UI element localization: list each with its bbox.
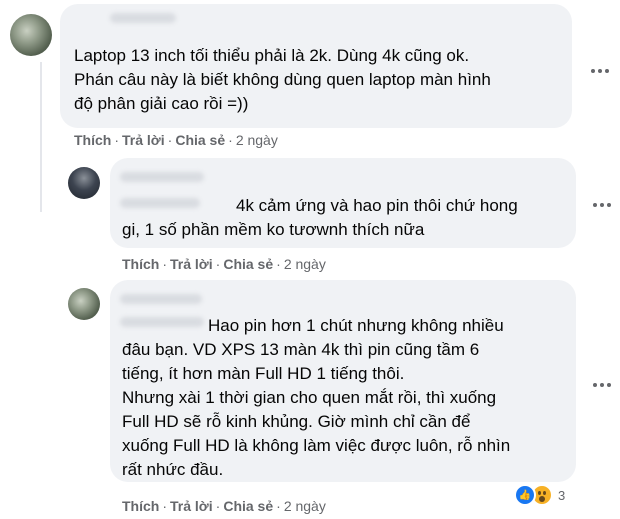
more-options-icon[interactable] bbox=[590, 196, 614, 214]
reply-text-line1: 4k cảm ứng và hao pin thôi chứ hong bbox=[236, 196, 518, 215]
comment-bubble: Laptop 13 inch tối thiểu phải là 2k. Dùn… bbox=[60, 4, 572, 128]
thread-line bbox=[40, 62, 42, 212]
share-button[interactable]: Chia sẻ bbox=[223, 256, 273, 272]
reply-text-rest: đâu bạn. VD XPS 13 màn 4k thì pin cũng t… bbox=[122, 340, 511, 479]
reaction-count: 3 bbox=[558, 487, 566, 503]
reply-text-line2: gi, 1 số phần mềm ko tươwnh thích nữa bbox=[122, 220, 425, 239]
more-options-icon[interactable] bbox=[590, 376, 614, 394]
reply-bubble: Hao pin hơn 1 chút nhưng không nhiều đâu… bbox=[110, 280, 576, 482]
like-button[interactable]: Thích bbox=[122, 498, 159, 514]
reply-button[interactable]: Trả lời bbox=[122, 132, 165, 148]
quoted-name-blurred bbox=[120, 198, 200, 208]
quoted-name-blurred bbox=[120, 317, 204, 327]
like-icon: 👍 bbox=[514, 484, 536, 506]
reply-button[interactable]: Trả lời bbox=[170, 498, 213, 514]
reply-text-line1: Hao pin hơn 1 chút nhưng không nhiều bbox=[208, 316, 504, 335]
more-options-icon[interactable] bbox=[588, 62, 612, 80]
share-button[interactable]: Chia sẻ bbox=[175, 132, 225, 148]
timestamp[interactable]: 2 ngày bbox=[284, 498, 326, 514]
like-button[interactable]: Thích bbox=[122, 256, 159, 272]
reply-actions: Thích · Trả lời · Chia sẻ · 2 ngày bbox=[122, 498, 326, 514]
avatar[interactable] bbox=[68, 288, 100, 320]
avatar[interactable] bbox=[10, 14, 52, 56]
reply-button[interactable]: Trả lời bbox=[170, 256, 213, 272]
author-name-blurred[interactable] bbox=[120, 172, 204, 182]
author-name-blurred[interactable] bbox=[120, 294, 202, 304]
share-button[interactable]: Chia sẻ bbox=[223, 498, 273, 514]
comment-text: Laptop 13 inch tối thiểu phải là 2k. Dùn… bbox=[74, 46, 491, 113]
reply-actions: Thích · Trả lời · Chia sẻ · 2 ngày bbox=[122, 256, 326, 272]
comment-actions: Thích · Trả lời · Chia sẻ · 2 ngày bbox=[74, 132, 278, 148]
avatar[interactable] bbox=[68, 167, 100, 199]
author-name-blurred[interactable] bbox=[110, 13, 176, 23]
timestamp[interactable]: 2 ngày bbox=[284, 256, 326, 272]
like-button[interactable]: Thích bbox=[74, 132, 111, 148]
reply-bubble: 4k cảm ứng và hao pin thôi chứ hong gi, … bbox=[110, 158, 576, 248]
timestamp[interactable]: 2 ngày bbox=[236, 132, 278, 148]
reactions-summary[interactable]: 👍 3 bbox=[514, 484, 565, 506]
